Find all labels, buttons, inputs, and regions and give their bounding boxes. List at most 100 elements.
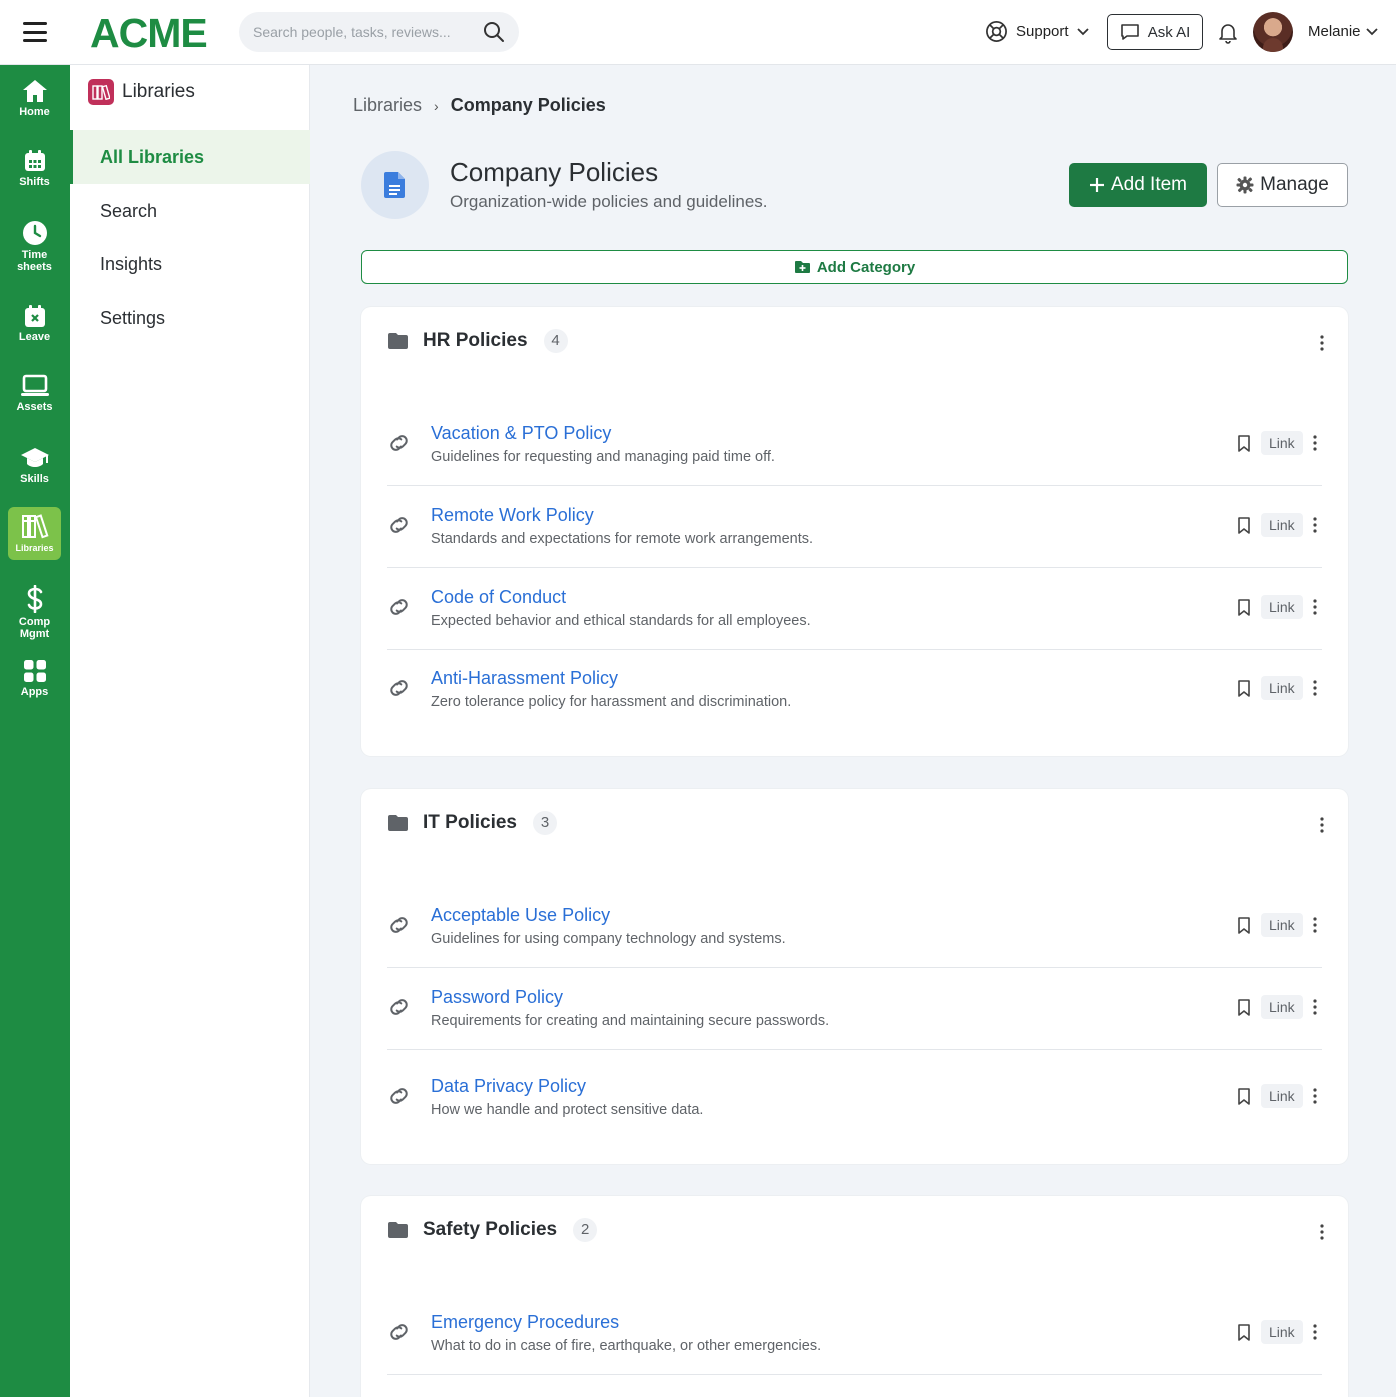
- link-icon: [390, 517, 408, 533]
- sidebar-item-insights[interactable]: Insights: [70, 237, 310, 291]
- folder-plus-icon: [794, 261, 810, 273]
- kebab-menu-icon[interactable]: [1313, 1324, 1317, 1340]
- bookmark-icon[interactable]: [1237, 599, 1251, 616]
- category-header: HR Policies 4: [387, 329, 568, 353]
- rail-label: Time sheets: [17, 249, 52, 273]
- bell-icon[interactable]: [1216, 20, 1240, 44]
- list-item: Password Policy Requirements for creatin…: [387, 968, 1322, 1050]
- user-avatar[interactable]: [1253, 12, 1293, 52]
- rail-item-comp-mgmt[interactable]: Comp Mgmt: [8, 585, 61, 640]
- user-name: Melanie: [1308, 23, 1361, 40]
- page-title: Company Policies: [450, 157, 659, 187]
- bookmark-icon[interactable]: [1237, 917, 1251, 934]
- breadcrumb-separator: ›: [434, 97, 439, 114]
- folder-icon: [388, 333, 408, 349]
- dollar-icon: [27, 585, 42, 613]
- rail-item-libraries[interactable]: Libraries: [8, 507, 61, 560]
- item-title-link[interactable]: Data Privacy Policy: [431, 1076, 586, 1097]
- item-type-badge: Link: [1261, 513, 1303, 537]
- item-title-link[interactable]: Anti-Harassment Policy: [431, 668, 618, 689]
- chevron-down-icon: [1365, 27, 1378, 35]
- manage-button[interactable]: Manage: [1217, 163, 1348, 207]
- folder-icon: [388, 1222, 408, 1238]
- folder-icon: [388, 815, 408, 831]
- chat-bubble-icon: [1120, 24, 1139, 40]
- item-title-link[interactable]: Remote Work Policy: [431, 505, 594, 526]
- kebab-menu-icon[interactable]: [1320, 1224, 1324, 1240]
- sidebar-item-search[interactable]: Search: [70, 184, 310, 238]
- sidebar-header: Libraries: [88, 79, 195, 105]
- bookmark-icon[interactable]: [1237, 435, 1251, 452]
- rail-item-shifts[interactable]: Shifts: [8, 149, 61, 188]
- laptop-icon: [20, 374, 49, 396]
- add-category-label: Add Category: [816, 258, 916, 276]
- support-label: Support: [1016, 23, 1069, 40]
- item-description: What to do in case of fire, earthquake, …: [431, 1338, 822, 1354]
- leave-calendar-icon: [24, 305, 45, 327]
- item-description: Expected behavior and ethical standards …: [431, 613, 811, 629]
- kebab-menu-icon[interactable]: [1313, 599, 1317, 615]
- item-title-link[interactable]: Password Policy: [431, 987, 563, 1008]
- home-icon: [22, 80, 47, 102]
- item-type-badge: Link: [1261, 995, 1303, 1019]
- acme-logo[interactable]: ACME: [90, 11, 208, 55]
- category-count-badge: 2: [573, 1218, 598, 1242]
- books-icon: [21, 514, 49, 539]
- item-type-badge: Link: [1261, 1320, 1303, 1344]
- top-bar: ACME Support Ask AI Melanie: [0, 0, 1396, 65]
- user-menu[interactable]: Melanie: [1308, 23, 1378, 40]
- gear-icon: [1236, 176, 1254, 194]
- breadcrumb-current: Company Policies: [450, 95, 606, 115]
- books-icon: [88, 79, 114, 105]
- global-search: [239, 12, 519, 52]
- kebab-menu-icon[interactable]: [1313, 517, 1317, 533]
- list-item: Emergency Procedures What to do in case …: [387, 1293, 1322, 1375]
- sidebar-item-settings[interactable]: Settings: [70, 291, 310, 345]
- rail-label: Home: [19, 106, 50, 118]
- search-input[interactable]: [253, 24, 478, 40]
- list-item: Code of Conduct Expected behavior and et…: [387, 568, 1322, 650]
- add-item-button[interactable]: Add Item: [1069, 163, 1207, 207]
- kebab-menu-icon[interactable]: [1320, 817, 1324, 833]
- bookmark-icon[interactable]: [1237, 1324, 1251, 1341]
- kebab-menu-icon[interactable]: [1313, 999, 1317, 1015]
- bookmark-icon[interactable]: [1237, 517, 1251, 534]
- support-menu[interactable]: Support: [985, 20, 1089, 43]
- rail-item-assets[interactable]: Assets: [8, 374, 61, 413]
- link-icon: [390, 1088, 408, 1104]
- bookmark-icon[interactable]: [1237, 999, 1251, 1016]
- item-title-link[interactable]: Acceptable Use Policy: [431, 905, 610, 926]
- hamburger-menu-icon[interactable]: [23, 22, 47, 42]
- item-type-badge: Link: [1261, 595, 1303, 619]
- ask-ai-button[interactable]: Ask AI: [1107, 14, 1203, 50]
- item-title-link[interactable]: Code of Conduct: [431, 587, 566, 608]
- grid-icon: [23, 660, 46, 682]
- rail-label: Libraries: [15, 543, 54, 553]
- bookmark-icon[interactable]: [1237, 1088, 1251, 1105]
- rail-item-timesheets[interactable]: Time sheets: [8, 220, 61, 273]
- breadcrumb-libraries[interactable]: Libraries: [353, 95, 422, 116]
- kebab-menu-icon[interactable]: [1313, 435, 1317, 451]
- item-description: Guidelines for using company technology …: [431, 931, 786, 947]
- rail-label: Skills: [20, 473, 49, 485]
- kebab-menu-icon[interactable]: [1313, 917, 1317, 933]
- graduation-cap-icon: [20, 448, 49, 467]
- rail-item-home[interactable]: Home: [8, 79, 61, 118]
- kebab-menu-icon[interactable]: [1313, 680, 1317, 696]
- kebab-menu-icon[interactable]: [1313, 1088, 1317, 1104]
- bookmark-icon[interactable]: [1237, 680, 1251, 697]
- category-name: IT Policies: [423, 812, 517, 833]
- item-title-link[interactable]: Vacation & PTO Policy: [431, 423, 611, 444]
- rail-item-leave[interactable]: Leave: [8, 304, 61, 343]
- item-title-link[interactable]: Emergency Procedures: [431, 1312, 619, 1333]
- category-header: Safety Policies 2: [387, 1218, 598, 1242]
- add-category-button[interactable]: Add Category: [361, 250, 1348, 284]
- document-icon: [361, 151, 429, 219]
- rail-item-apps[interactable]: Apps: [8, 659, 61, 698]
- category-count-badge: 4: [543, 329, 568, 353]
- sidebar-item-all-libraries[interactable]: All Libraries: [70, 130, 310, 184]
- kebab-menu-icon[interactable]: [1320, 335, 1324, 351]
- rail-label: Shifts: [19, 176, 50, 188]
- rail-item-skills[interactable]: Skills: [8, 446, 61, 485]
- search-icon[interactable]: [483, 21, 505, 43]
